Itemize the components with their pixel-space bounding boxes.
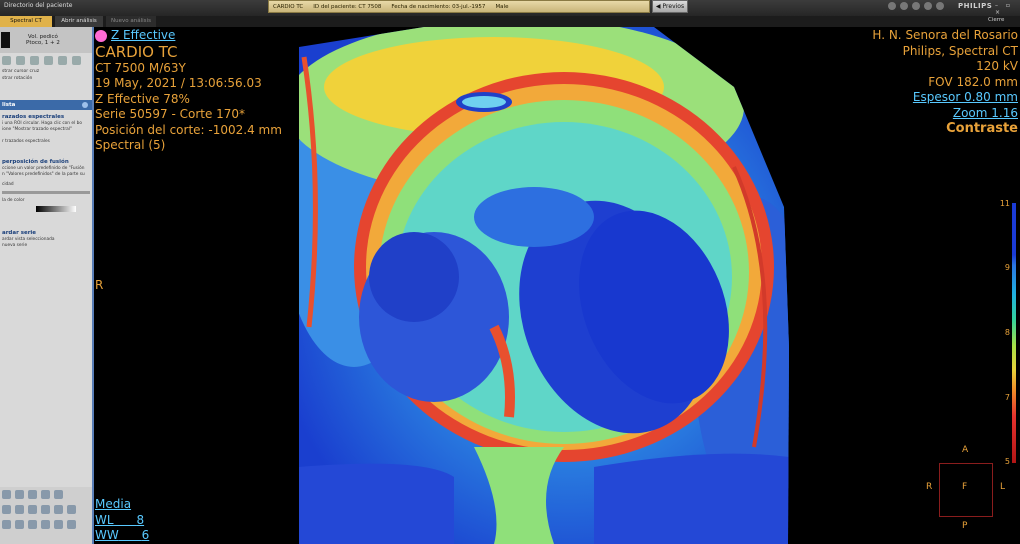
show-spectral-plots-button[interactable]: r trazados espectrales (0, 139, 92, 145)
tab-bar: Spectral CT Viewer Abrir análisis Nuevo … (0, 16, 1020, 35)
overlay-top-right: H. N. Senora del Rosario Philips, Spectr… (872, 28, 1018, 137)
tool-icon[interactable] (16, 56, 25, 65)
show-rotation-option[interactable]: strar rotación (0, 75, 92, 82)
colorbar-tick: 8 (1004, 328, 1010, 337)
orientation-left-label: R (95, 278, 104, 292)
series-protocol-line2: Ptoco, 1 + 2 (26, 40, 60, 46)
slice-position: Posición del corte: -1002.4 mm (95, 122, 282, 137)
colorbar-tick: 11 (999, 199, 1010, 208)
display-mode[interactable]: Media (95, 497, 149, 513)
map-name[interactable]: Z Effective (111, 28, 175, 44)
spectral-info: Spectral (5) (95, 138, 166, 152)
previous-studies-button[interactable]: ◀ Previos (652, 0, 688, 13)
patient-birthdate: Fecha de nacimiento: 03-jul.-1957 (391, 3, 486, 10)
close-button[interactable]: Cierre (988, 17, 1004, 23)
save-series-title: ardar serie (2, 230, 37, 236)
window-level[interactable]: WL 8 (95, 513, 149, 529)
colorbar-tick: 9 (1004, 263, 1010, 272)
tool-icon-row (0, 53, 92, 68)
orientation-center: F (962, 482, 968, 492)
patient-directory-link[interactable]: Directorio del paciente (4, 2, 72, 9)
section-list-header[interactable]: lista (0, 100, 92, 110)
map-selector[interactable]: Z Effective (95, 28, 282, 44)
colorbar-tick: 5 (1004, 457, 1010, 466)
color-scale-label: la de color (2, 198, 25, 203)
acquisition-datetime: 19 May, 2021 / 13:06:56.03 (95, 76, 262, 90)
tool-icon[interactable] (28, 520, 37, 529)
orientation-right: L (1000, 482, 1006, 492)
map-percent: Z Effective 78% (95, 91, 190, 106)
window-controls[interactable]: – ▫ × (995, 2, 1020, 16)
tool-icon[interactable] (2, 490, 11, 499)
fov-value: FOV 182.0 mm (928, 74, 1018, 89)
tab-open-analysis[interactable]: Abrir análisis (55, 16, 103, 27)
map-color-icon (95, 29, 107, 42)
tool-icon[interactable] (72, 56, 81, 65)
fusion-overlay-title: perposición de fusión (2, 159, 69, 165)
series-slice: Serie 50597 - Corte 170* (95, 107, 246, 121)
help-icon[interactable] (912, 2, 920, 10)
tool-icon[interactable] (2, 520, 11, 529)
show-crosshair-option[interactable]: strar cursor cruz (0, 68, 92, 75)
patient-study: CARDIO TC (273, 3, 304, 10)
left-panel: Vol. pedicó Ptoco, 1 + 2 strar cursor cr… (0, 27, 92, 544)
tool-icon[interactable] (54, 520, 63, 529)
spectral-plots-title: razados espectrales (2, 114, 65, 120)
tool-icon[interactable] (28, 490, 37, 499)
tool-icon[interactable] (41, 505, 50, 514)
color-scale-selector[interactable] (36, 206, 76, 212)
tool-icon[interactable] (54, 490, 63, 499)
patient-info-strip: CARDIO TC ID del paciente: CT 7508 Fecha… (268, 0, 650, 13)
user-icon[interactable] (900, 2, 908, 10)
tool-icon[interactable] (2, 505, 11, 514)
orientation-top: A (962, 445, 969, 455)
tool-icon[interactable] (15, 505, 24, 514)
settings-icon[interactable] (888, 2, 896, 10)
tool-icon[interactable] (67, 505, 76, 514)
bottom-toolbar (0, 487, 92, 544)
philips-logo: PHILIPS (958, 2, 993, 10)
tab-spectral-viewer[interactable]: Spectral CT Viewer (0, 16, 52, 35)
overlay-bottom-left: Media WL 8 WW 6 (95, 497, 149, 544)
tool-icon[interactable] (67, 520, 76, 529)
window-width[interactable]: WW 6 (95, 528, 149, 544)
series-thumbnail-header: Vol. pedicó Ptoco, 1 + 2 (0, 27, 92, 53)
contrast-label: Contraste (946, 121, 1018, 136)
previous-icon: ◀ (655, 3, 661, 10)
series-thumbnail[interactable] (1, 32, 10, 48)
kv-value: 120 kV (976, 59, 1018, 73)
institution-name: H. N. Senora del Rosario (872, 28, 1018, 42)
tab-new-analysis: Nuevo análisis (106, 16, 156, 27)
zoom-control[interactable]: Zoom 1.16 (872, 106, 1018, 122)
opacity-slider[interactable] (2, 191, 90, 194)
tool-icon[interactable] (15, 520, 24, 529)
colorbar-tick: 7 (1004, 393, 1010, 402)
patient-id: ID del paciente: CT 7508 (313, 3, 382, 10)
tool-icon[interactable] (30, 56, 39, 65)
tool-icon[interactable] (15, 490, 24, 499)
color-bar (1012, 203, 1016, 463)
overlay-top-left: Z Effective CARDIO TC CT 7500 M/63Y 19 M… (95, 28, 282, 154)
study-title: CARDIO TC (95, 42, 178, 61)
patient-summary: CT 7500 M/63Y (95, 60, 186, 75)
system-icons (888, 2, 944, 10)
patient-sex: Male (495, 3, 509, 10)
orientation-cube-left: R (926, 482, 933, 492)
scanner-name: Philips, Spectral CT (902, 43, 1018, 58)
tool-icon[interactable] (28, 505, 37, 514)
tool-icon[interactable] (54, 505, 63, 514)
orientation-bottom: P (962, 521, 968, 531)
tool-icon[interactable] (44, 56, 53, 65)
lock-icon[interactable] (936, 2, 944, 10)
info-icon[interactable] (924, 2, 932, 10)
opacity-label: cidad (2, 182, 14, 187)
tool-icon[interactable] (41, 520, 50, 529)
thickness-control[interactable]: Espesor 0.80 mm (872, 90, 1018, 106)
tool-icon[interactable] (58, 56, 67, 65)
image-viewport[interactable]: Z Effective CARDIO TC CT 7500 M/63Y 19 M… (94, 27, 1020, 544)
tool-icon[interactable] (41, 490, 50, 499)
tool-icon[interactable] (2, 56, 11, 65)
